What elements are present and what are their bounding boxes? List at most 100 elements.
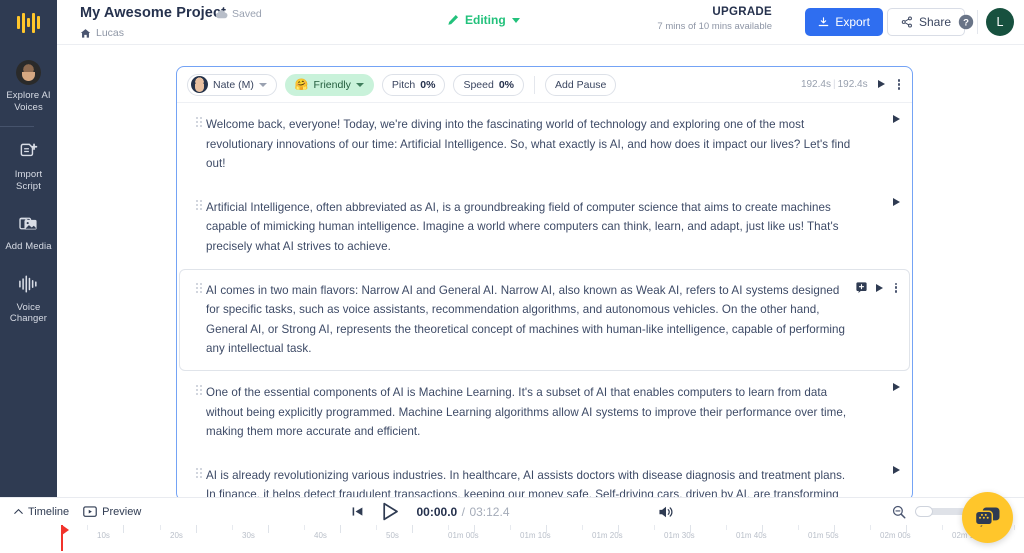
ruler-tick-label: 01m 50s bbox=[808, 531, 839, 540]
tone-label: Friendly bbox=[313, 78, 351, 91]
app-root: Explore AI Voices Import Script Add Medi… bbox=[0, 0, 1024, 553]
help-button[interactable]: ? bbox=[958, 14, 974, 30]
volume-button[interactable] bbox=[658, 505, 674, 519]
save-status: Saved bbox=[215, 8, 262, 20]
grip-dots-icon bbox=[196, 384, 202, 395]
paragraph-play-button[interactable] bbox=[893, 197, 900, 206]
avatar-initial: L bbox=[996, 15, 1004, 29]
explore-voices-avatar-icon bbox=[16, 59, 42, 85]
time-current: 00:00.0 bbox=[416, 504, 458, 519]
speed-label: Speed bbox=[463, 78, 494, 91]
import-script-icon bbox=[16, 138, 42, 164]
ruler-tick-label: 02m 00s bbox=[880, 531, 911, 540]
chevron-down-icon bbox=[511, 17, 520, 23]
editor-play-button[interactable] bbox=[877, 80, 885, 89]
add-pause-button[interactable]: Add Pause bbox=[545, 73, 617, 96]
drag-handle[interactable] bbox=[192, 281, 206, 359]
skip-to-start-button[interactable] bbox=[351, 506, 364, 517]
drag-handle[interactable] bbox=[192, 383, 206, 442]
page-title: My Awesome Project bbox=[80, 5, 227, 21]
chat-support-button[interactable] bbox=[962, 492, 1013, 543]
paragraph-text[interactable]: Artificial Intelligence, often abbreviat… bbox=[206, 198, 897, 257]
paragraph-play-button[interactable] bbox=[893, 382, 900, 391]
speed-control[interactable]: Speed 0% bbox=[453, 73, 524, 96]
tone-selector[interactable]: 🤗 Friendly bbox=[284, 73, 374, 96]
breadcrumb-label: Lucas bbox=[96, 27, 125, 39]
timeline-ruler[interactable]: 10s 20s 30s 40s 50s 01m 00s 01m 10s 01m 20s 01m … bbox=[0, 525, 1024, 553]
script-paragraph[interactable]: Artificial Intelligence, often abbreviat… bbox=[179, 186, 910, 269]
user-avatar[interactable]: L bbox=[986, 8, 1014, 36]
time-separator: / bbox=[461, 504, 465, 519]
script-paragraph[interactable]: Welcome back, everyone! Today, we're div… bbox=[179, 103, 910, 186]
grip-dots-icon bbox=[196, 199, 202, 210]
sidebar-item-voice-changer[interactable]: Voice Changer bbox=[0, 262, 57, 334]
paragraph-text[interactable]: AI is already revolutionizing various in… bbox=[206, 466, 897, 500]
script-paragraph-list[interactable]: Welcome back, everyone! Today, we're div… bbox=[177, 103, 912, 500]
paragraph-more-options-button[interactable] bbox=[892, 281, 900, 295]
paragraph-text[interactable]: One of the essential components of AI is… bbox=[206, 383, 897, 442]
question-circle-icon: ? bbox=[958, 14, 974, 30]
svg-text:?: ? bbox=[963, 18, 969, 29]
script-paragraph-selected[interactable]: AI comes in two main flavors: Narrow AI … bbox=[179, 268, 910, 371]
paragraph-play-button[interactable] bbox=[875, 283, 883, 292]
editor-toolbar: Nate (M) 🤗 Friendly Pitch 0% Speed 0% Ad… bbox=[177, 67, 912, 103]
duration-current: 192.4s bbox=[800, 78, 831, 90]
grip-dots-icon bbox=[196, 282, 202, 293]
export-button[interactable]: Export bbox=[805, 8, 883, 36]
pitch-value: 0% bbox=[420, 78, 436, 91]
sidebar-divider bbox=[0, 126, 34, 127]
toolbar-right-group: 192.4s | 192.4s bbox=[801, 77, 903, 91]
header-divider bbox=[977, 10, 978, 34]
toolbar-divider bbox=[534, 75, 535, 94]
script-editor-panel: Nate (M) 🤗 Friendly Pitch 0% Speed 0% Ad… bbox=[176, 66, 913, 501]
skip-to-start-icon bbox=[352, 507, 362, 516]
script-paragraph[interactable]: One of the essential components of AI is… bbox=[179, 371, 910, 454]
export-button-label: Export bbox=[835, 15, 870, 29]
paragraph-comment-button[interactable] bbox=[856, 282, 867, 294]
top-header: My Awesome Project Saved Lucas Editing U… bbox=[57, 0, 1024, 45]
grip-dots-icon bbox=[196, 117, 202, 127]
audio-waveform-logo-icon bbox=[17, 12, 40, 33]
script-paragraph[interactable]: AI is already revolutionizing various in… bbox=[179, 454, 910, 500]
editor-more-options-button[interactable] bbox=[895, 77, 903, 91]
paragraph-text[interactable]: Welcome back, everyone! Today, we're div… bbox=[206, 115, 897, 174]
drag-handle[interactable] bbox=[192, 115, 206, 174]
sidebar-item-label: Voice Changer bbox=[9, 301, 48, 325]
ruler-tick-label: 20s bbox=[170, 531, 183, 540]
pitch-control[interactable]: Pitch 0% bbox=[381, 73, 446, 96]
duration-display: 192.4s | 192.4s bbox=[800, 78, 868, 90]
paragraph-actions bbox=[856, 281, 900, 295]
upgrade-block[interactable]: UPGRADE 7 mins of 10 mins available bbox=[657, 6, 772, 32]
sidebar-item-label: Explore AI Voices bbox=[6, 90, 51, 113]
voice-selector[interactable]: Nate (M) bbox=[187, 73, 277, 96]
ruler-tick-label: 30s bbox=[242, 531, 255, 540]
left-sidebar: Explore AI Voices Import Script Add Medi… bbox=[0, 0, 57, 497]
app-logo[interactable] bbox=[17, 0, 40, 45]
speed-value: 0% bbox=[498, 78, 514, 91]
editing-mode-selector[interactable]: Editing bbox=[447, 13, 520, 27]
add-pause-label: Add Pause bbox=[555, 78, 607, 91]
sidebar-item-explore-ai-voices[interactable]: Explore AI Voices bbox=[0, 50, 57, 122]
play-button[interactable] bbox=[382, 502, 399, 521]
upgrade-minutes-label: 7 mins of 10 mins available bbox=[657, 21, 772, 32]
ruler-tick-label: 01m 20s bbox=[592, 531, 623, 540]
chevron-down-icon bbox=[355, 82, 364, 87]
zoom-slider-handle[interactable] bbox=[915, 506, 933, 517]
drag-handle[interactable] bbox=[192, 198, 206, 257]
chevron-down-icon bbox=[258, 82, 267, 87]
paragraph-play-button[interactable] bbox=[893, 465, 900, 474]
paragraph-play-button[interactable] bbox=[893, 115, 900, 123]
download-icon bbox=[819, 16, 829, 26]
paragraph-text[interactable]: AI comes in two main flavors: Narrow AI … bbox=[206, 281, 897, 359]
sidebar-item-label: Import Script bbox=[14, 169, 43, 192]
sidebar-item-import-script[interactable]: Import Script bbox=[0, 129, 57, 201]
zoom-out-button[interactable] bbox=[892, 505, 906, 519]
ruler-tick-label: 01m 10s bbox=[520, 531, 551, 540]
paragraph-actions bbox=[893, 197, 900, 206]
breadcrumb[interactable]: Lucas bbox=[80, 27, 124, 39]
share-button[interactable]: Share bbox=[886, 8, 965, 36]
playhead-flag-icon bbox=[62, 525, 69, 535]
tone-emoji-icon: 🤗 bbox=[294, 79, 309, 91]
sidebar-item-add-media[interactable]: Add Media bbox=[0, 201, 57, 262]
drag-handle[interactable] bbox=[192, 466, 206, 500]
